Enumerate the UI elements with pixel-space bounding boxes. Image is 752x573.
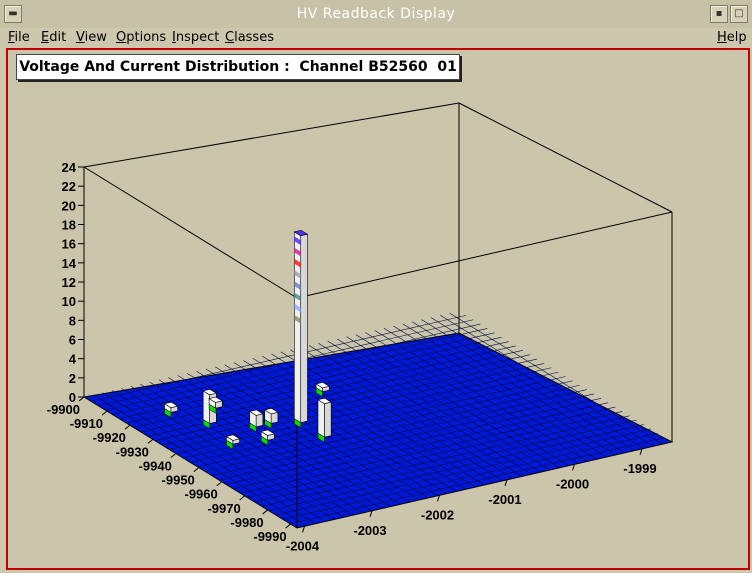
z-axis: 024681012141618202224 — [62, 160, 84, 405]
x-tick-label: -2001 — [488, 492, 521, 507]
y-tick-label: -9940 — [139, 458, 172, 473]
y-tick-label: -9950 — [162, 473, 195, 488]
plot-canvas[interactable]: 0 2 4 6 8 10 12 14 16 18 20 22 24 -9900 -9910 -9920 -99… — [6, 48, 750, 570]
menu-inspect[interactable]: Inspect — [172, 30, 219, 45]
y-tick-label: -9930 — [116, 444, 149, 459]
bar-face — [317, 399, 325, 438]
plot-title: Voltage And Current Distribution : Chann… — [16, 54, 460, 80]
y-tick — [78, 396, 85, 402]
frame-edge — [296, 211, 673, 299]
y-tick — [285, 523, 291, 529]
z-tick-label: 24 — [62, 160, 77, 175]
bar-face — [300, 233, 308, 424]
menu-view[interactable]: View — [76, 30, 107, 45]
lego-plot: 024681012141618202224 -9900-9910-9920-99… — [47, 102, 674, 553]
menu-options[interactable]: Options — [116, 30, 166, 45]
y-tick-label: -9980 — [230, 515, 263, 530]
menu-bar: File Edit View Options Inspect Classes H… — [0, 28, 752, 48]
z-tick-label: 12 — [62, 275, 76, 290]
y-tick — [170, 453, 177, 458]
z-tick-label: 22 — [62, 179, 76, 194]
z-tick-label: 2 — [69, 371, 76, 386]
y-tick — [193, 467, 200, 472]
bar-face — [324, 401, 332, 438]
bar — [293, 229, 309, 429]
y-tick — [124, 424, 131, 430]
x-tick-label: -2004 — [286, 538, 320, 553]
menu-help[interactable]: Help — [717, 30, 747, 45]
menu-edit[interactable]: Edit — [41, 30, 66, 45]
y-tick-label: -9910 — [70, 416, 103, 431]
menu-file[interactable]: File — [8, 30, 30, 45]
y-tick-label: -9970 — [207, 501, 240, 516]
frame-edge — [83, 166, 298, 299]
bar-face — [255, 413, 264, 428]
menu-classes[interactable]: Classes — [225, 30, 274, 45]
y-tick — [262, 509, 268, 515]
y-tick-label: -9990 — [253, 529, 286, 544]
window-title: HV Readback Display — [296, 6, 456, 22]
frame-edge — [458, 102, 673, 213]
y-tick-label: -9920 — [93, 430, 126, 445]
y-tick-label: -9960 — [184, 487, 217, 502]
y-tick-label: -9900 — [47, 402, 80, 417]
maximize-icon[interactable]: □ — [730, 5, 748, 23]
z-tick-label: 20 — [62, 198, 76, 213]
app-window: ▬ HV Readback Display ▪ □ File Edit View… — [0, 0, 752, 573]
x-tick-label: -2000 — [556, 476, 589, 491]
bar-face — [270, 411, 279, 424]
title-bar[interactable]: ▬ HV Readback Display ▪ □ — [0, 0, 752, 29]
frame-edge — [83, 102, 460, 168]
floor-grid — [82, 312, 674, 529]
y-tick — [101, 410, 108, 416]
y-tick — [147, 438, 154, 444]
y-tick — [239, 495, 246, 501]
z-tick-label: 16 — [62, 237, 76, 252]
z-tick-label: 10 — [62, 294, 76, 309]
z-tick-label: 14 — [62, 256, 77, 271]
x-tick-label: -2003 — [353, 523, 386, 538]
minimize-icon[interactable]: ▪ — [710, 5, 728, 23]
y-tick — [216, 481, 223, 487]
x-tick-label: -2002 — [421, 507, 454, 522]
z-tick-label: 8 — [69, 313, 76, 328]
z-tick-label: 18 — [62, 218, 76, 233]
bar-face — [202, 390, 210, 425]
z-tick-label: 4 — [69, 352, 77, 367]
bar — [317, 397, 332, 443]
x-tick-label: -1999 — [623, 461, 656, 476]
z-tick-label: 6 — [69, 333, 76, 348]
